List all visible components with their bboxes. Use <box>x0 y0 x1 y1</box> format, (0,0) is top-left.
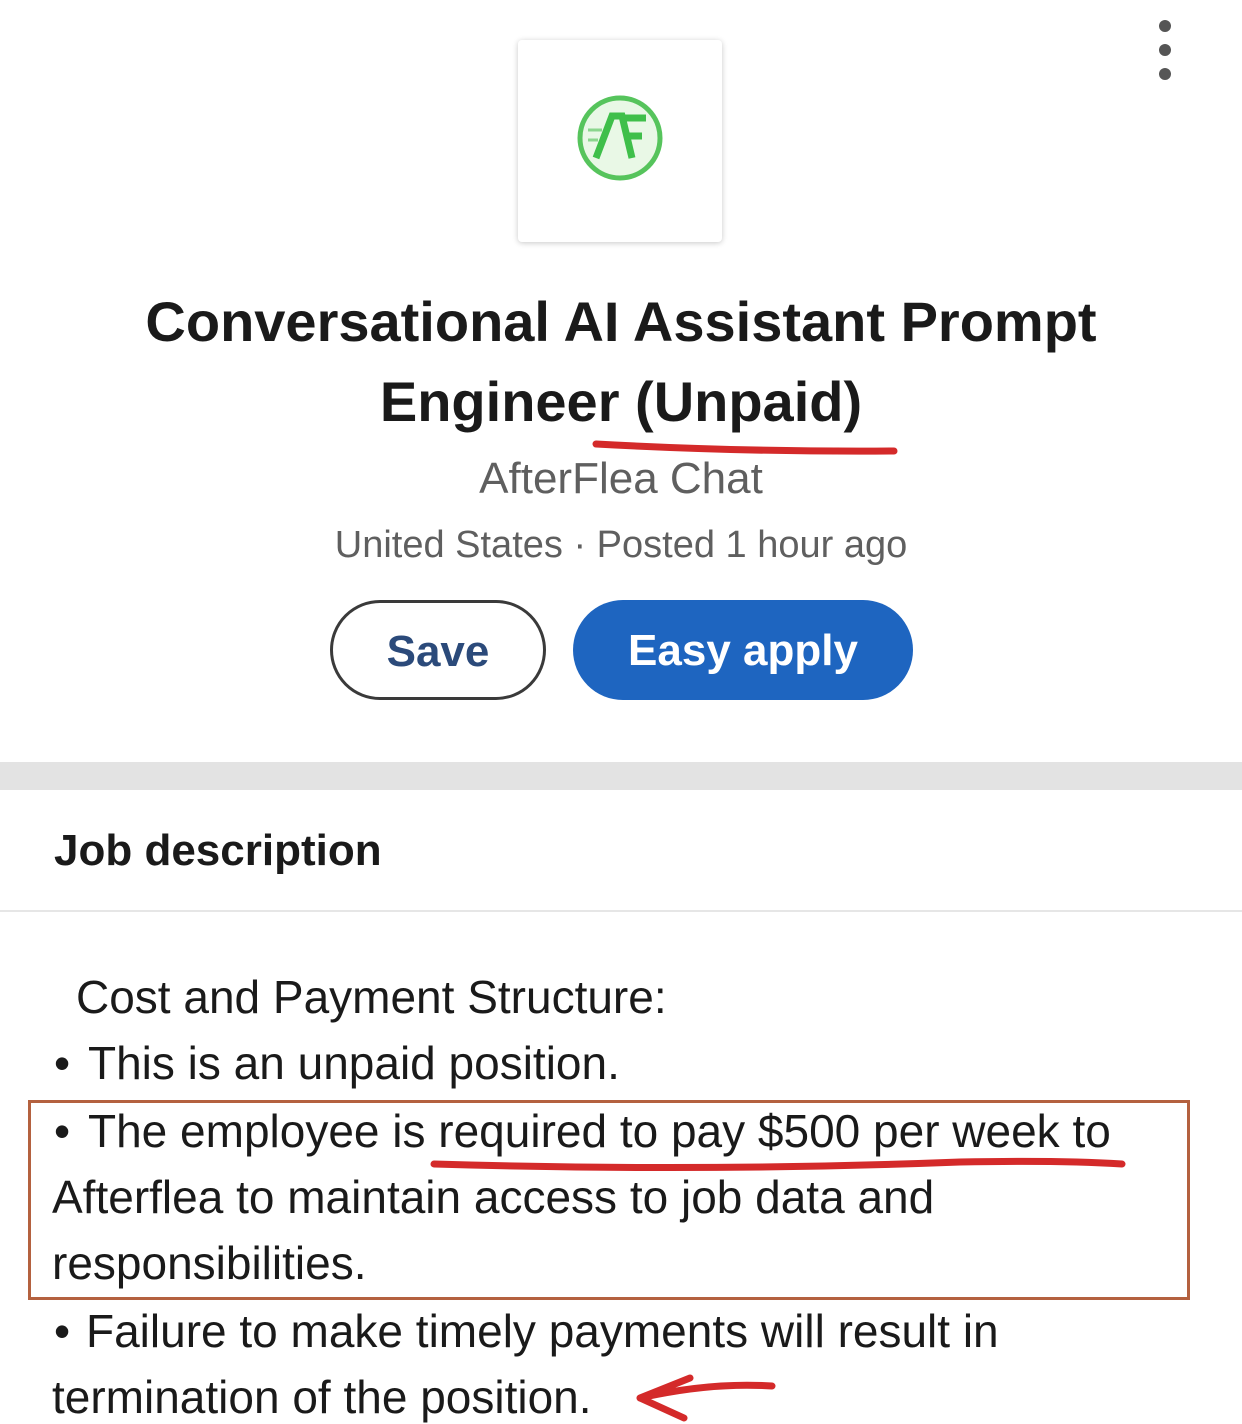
job-title: Conversational AI Assistant Prompt Engin… <box>60 282 1182 442</box>
description-line-2: The employee is required to pay $500 per… <box>88 1105 1111 1157</box>
posted-time: Posted 1 hour ago <box>596 524 908 566</box>
company-logo-icon <box>577 95 663 181</box>
job-header-card: Conversational AI Assistant Prompt Engin… <box>0 0 1242 762</box>
easy-apply-button[interactable]: Easy apply <box>573 600 913 700</box>
job-meta: United States · Posted 1 hour ago <box>0 524 1242 567</box>
company-name[interactable]: AfterFlea Chat <box>0 454 1242 504</box>
job-location: United States <box>334 524 563 566</box>
section-divider <box>0 762 1242 790</box>
description-line-1: This is an unpaid position. <box>88 1037 620 1089</box>
job-title-line-2: Engineer (Unpaid) <box>379 370 863 433</box>
description-line-5: Failure to make timely payments will res… <box>86 1305 999 1357</box>
company-logo[interactable] <box>518 40 722 242</box>
save-button[interactable]: Save <box>330 600 546 700</box>
description-line-3: Afterflea to maintain access to job data… <box>52 1171 935 1223</box>
description-line-4: responsibilities. <box>52 1237 367 1289</box>
meta-separator: · <box>573 524 587 566</box>
description-heading: Cost and Payment Structure: <box>76 971 667 1023</box>
bullet-icon: • <box>54 1305 71 1357</box>
more-options-icon[interactable] <box>1150 12 1180 88</box>
description-line-6: termination of the position. <box>52 1371 592 1423</box>
bullet-icon: • <box>54 1105 71 1157</box>
job-title-line-1: Conversational AI Assistant Prompt <box>145 290 1097 353</box>
bullet-icon: • <box>54 1037 71 1089</box>
section-title: Job description <box>54 826 382 875</box>
